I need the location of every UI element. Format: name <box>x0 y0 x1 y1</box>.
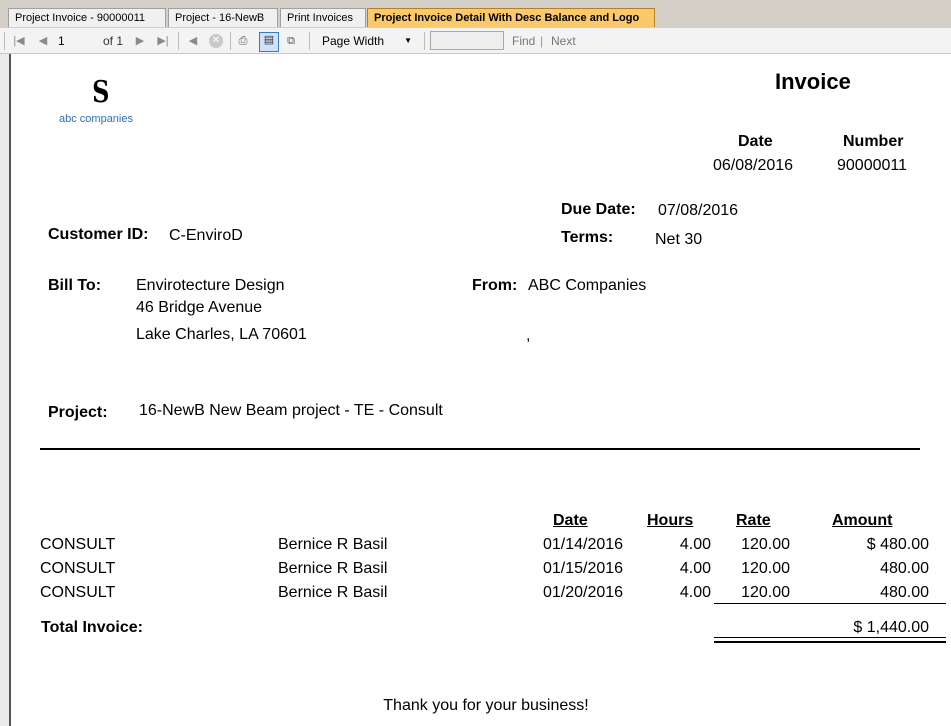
project-value: 16-NewB New Beam project - TE - Consult <box>139 402 443 419</box>
table-row-amount: 480.00 <box>880 584 929 601</box>
last-page-icon[interactable]: ▶| <box>156 34 170 48</box>
table-row-date: 01/15/2016 <box>543 560 624 577</box>
logo-text: abc companies <box>59 113 133 125</box>
table-row-code: CONSULT <box>40 560 116 577</box>
page-number-input[interactable] <box>55 32 101 49</box>
zoom-value: Page Width <box>322 34 385 48</box>
back-icon[interactable]: ◀ <box>186 34 200 48</box>
terms-label: Terms: <box>561 229 614 246</box>
invoice-number: 90000011 <box>837 157 907 174</box>
previous-page-icon[interactable]: ◀ <box>36 34 50 48</box>
table-row-rate: 120.00 <box>741 560 790 577</box>
total-rule-bottom <box>714 641 946 643</box>
invoice-title: Invoice <box>775 69 851 94</box>
from-label: From: <box>472 277 518 294</box>
column-header-hours: Hours <box>647 512 694 529</box>
table-row-hours: 4.00 <box>679 536 711 553</box>
terms-value: Net 30 <box>655 231 703 248</box>
table-row-amount: $ 480.00 <box>866 536 929 553</box>
table-row-date: 01/20/2016 <box>543 584 624 601</box>
from-name: ABC Companies <box>528 277 647 294</box>
table-row-rate: 120.00 <box>741 536 790 553</box>
invoice-date: 06/08/2016 <box>713 157 794 174</box>
column-header-rate: Rate <box>736 512 771 529</box>
table-row-code: CONSULT <box>40 536 116 553</box>
tab-project[interactable]: Project - 16-NewB <box>168 8 278 27</box>
due-date-label: Due Date: <box>561 201 636 218</box>
chevron-down-icon: ▼ <box>404 36 412 45</box>
thank-you-message: Thank you for your business! <box>383 697 589 714</box>
page-setup-icon[interactable]: ⧉ <box>284 34 298 48</box>
bill-to-line-3: Lake Charles, LA 70601 <box>136 326 307 343</box>
subtotal-rule <box>714 603 946 604</box>
report-tab-strip: Project Invoice - 90000011 Project - 16-… <box>0 0 951 28</box>
print-layout-icon[interactable]: ▤ <box>259 32 279 52</box>
zoom-select[interactable]: Page Width ▼ <box>318 32 418 50</box>
customer-id-label: Customer ID: <box>48 226 149 243</box>
logo-mark: S <box>92 75 110 110</box>
toolbar-grip <box>4 32 5 50</box>
next-button[interactable]: Next <box>551 28 576 54</box>
viewer-gutter <box>0 54 11 726</box>
total-rule-top <box>714 637 946 638</box>
table-row-date: 01/14/2016 <box>543 536 624 553</box>
next-page-icon[interactable]: ▶ <box>133 34 147 48</box>
column-header-amount: Amount <box>832 512 893 529</box>
date-label: Date <box>738 133 773 150</box>
table-row-name: Bernice R Basil <box>278 584 388 601</box>
tab-project-invoice[interactable]: Project Invoice - 90000011 <box>8 8 166 27</box>
page-count-label: of 1 <box>103 34 124 48</box>
table-row-amount: 480.00 <box>880 560 929 577</box>
tab-print-invoices[interactable]: Print Invoices <box>280 8 366 27</box>
tab-invoice-detail[interactable]: Project Invoice Detail With Desc Balance… <box>367 8 655 27</box>
table-row-hours: 4.00 <box>679 584 711 601</box>
table-row-name: Bernice R Basil <box>278 536 388 553</box>
due-date-value: 07/08/2016 <box>658 202 739 219</box>
invoice-document: S abc companies Invoice Date Number 06/0… <box>11 54 951 726</box>
from-address-line: , <box>526 327 531 344</box>
find-input[interactable] <box>430 31 504 50</box>
table-row-name: Bernice R Basil <box>278 560 388 577</box>
customer-id-value: C-EnviroD <box>169 227 243 244</box>
number-label: Number <box>843 133 904 150</box>
table-row-hours: 4.00 <box>679 560 711 577</box>
table-row-rate: 120.00 <box>741 584 790 601</box>
bill-to-label: Bill To: <box>48 277 102 294</box>
total-label: Total Invoice: <box>41 619 143 636</box>
find-button[interactable]: Find <box>512 28 535 54</box>
table-row-code: CONSULT <box>40 584 116 601</box>
bill-to-line-1: Envirotecture Design <box>136 277 285 294</box>
stop-icon[interactable]: ✕ <box>209 34 223 48</box>
print-icon[interactable]: ⎙ <box>236 34 250 48</box>
first-page-icon[interactable]: |◀ <box>12 34 26 48</box>
bill-to-line-2: 46 Bridge Avenue <box>136 299 263 316</box>
section-divider <box>40 448 920 450</box>
total-value: $ 1,440.00 <box>853 619 929 636</box>
column-header-date: Date <box>553 512 588 529</box>
project-label: Project: <box>48 404 108 421</box>
report-toolbar: |◀ ◀ of 1 ▶ ▶| ◀ ✕ ⎙ ▤ ⧉ Page Width ▼ Fi… <box>0 28 951 54</box>
